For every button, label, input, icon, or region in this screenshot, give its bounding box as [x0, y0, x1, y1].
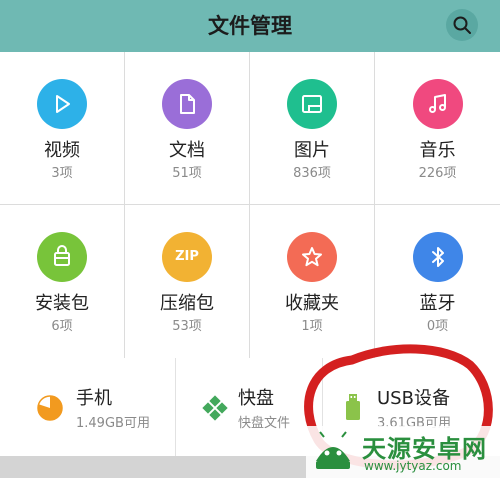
category-label: 文档 [169, 140, 205, 161]
storage-name: 手机 [76, 388, 112, 409]
category-label: 安装包 [35, 293, 89, 314]
category-count: 51项 [172, 166, 202, 181]
storage-phone[interactable]: 手机 1.49GB可用 [0, 358, 175, 456]
watermark: 天源安卓网 www.jytyaz.com [306, 426, 500, 478]
package-icon [54, 245, 70, 266]
storage-name: USB设备 [377, 388, 450, 409]
category-documents[interactable]: 文档 51项 [125, 52, 249, 204]
page-title: 文件管理 [208, 14, 292, 38]
category-label: 收藏夹 [285, 293, 339, 314]
document-icon [180, 94, 195, 114]
watermark-logo-icon [316, 431, 350, 469]
app-header: 文件管理 [0, 0, 500, 52]
category-label: 音乐 [419, 140, 456, 161]
category-label: 视频 [44, 140, 80, 161]
category-images[interactable]: 图片 836项 [250, 52, 374, 204]
storage-name: 快盘 [238, 388, 274, 409]
category-count: 1项 [301, 319, 323, 334]
category-video[interactable]: 视频 3项 [0, 52, 124, 204]
image-icon [302, 95, 322, 113]
storage-sub: 1.49GB可用 [76, 416, 150, 431]
category-apk[interactable]: 安装包 6项 [0, 205, 124, 358]
category-count: 836项 [293, 166, 331, 181]
category-favorites[interactable]: 收藏夹 1项 [250, 205, 374, 358]
category-count: 6项 [51, 319, 73, 334]
storage-sub: 快盘文件 [238, 416, 291, 431]
category-label: 图片 [294, 140, 330, 161]
category-count: 53项 [172, 319, 202, 334]
category-label: 蓝牙 [419, 293, 456, 314]
category-count: 226项 [418, 166, 457, 181]
zip-icon: ZIP [175, 249, 199, 264]
bluetooth-icon [431, 247, 444, 267]
play-icon [56, 95, 70, 113]
pie-chart-icon [37, 395, 63, 421]
category-bluetooth[interactable]: 蓝牙 0项 [375, 205, 500, 358]
star-icon [302, 247, 322, 267]
watermark-url: www.jytyaz.com [364, 459, 462, 473]
search-button[interactable] [446, 9, 478, 41]
category-count: 0项 [426, 319, 449, 334]
category-count: 3项 [51, 166, 73, 181]
music-note-icon [428, 94, 446, 113]
kuaipan-icon [202, 395, 228, 421]
category-music[interactable]: 音乐 226项 [375, 52, 500, 204]
search-icon [453, 16, 471, 34]
category-label: 压缩包 [160, 293, 214, 314]
category-grid: 视频 3项 文档 51项 图片 836项 音乐 226项 安装包 6项 ZIP … [0, 52, 500, 358]
category-zip[interactable]: ZIP 压缩包 53项 [125, 205, 249, 358]
usb-drive-icon [346, 394, 360, 420]
storage-kuaipan[interactable]: 快盘 快盘文件 [176, 358, 322, 456]
